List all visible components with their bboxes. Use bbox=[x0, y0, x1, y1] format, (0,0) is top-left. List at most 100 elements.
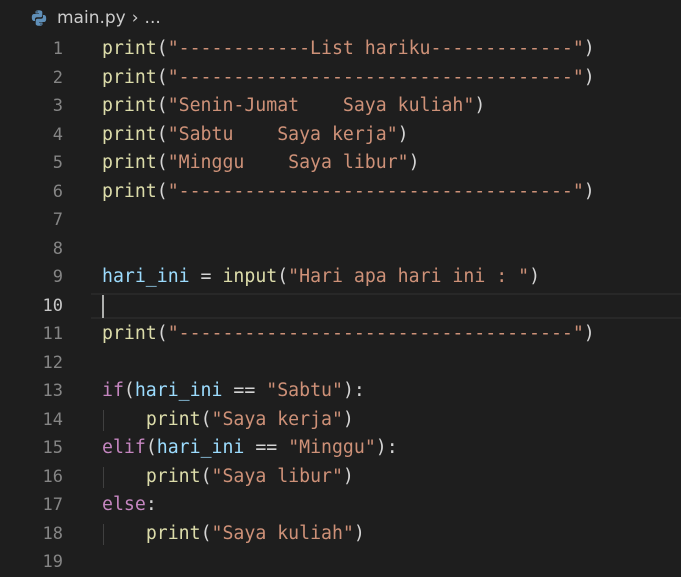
code-line[interactable]: 14 print("Saya kerja") bbox=[0, 406, 681, 435]
code-line[interactable]: 6 print("--------------------------------… bbox=[0, 178, 681, 207]
code-line[interactable]: 15 elif(hari_ini == "Minggu"): bbox=[0, 434, 681, 463]
code-token: print bbox=[145, 408, 201, 430]
code-token: == bbox=[222, 380, 267, 401]
code-token: "Minggu" bbox=[288, 437, 376, 458]
code-text: print("Sabtu Saya kerja") bbox=[102, 121, 409, 150]
code-token: elif bbox=[102, 437, 146, 458]
line-number: 12 bbox=[42, 352, 63, 373]
line-number: 11 bbox=[42, 324, 63, 344]
line-number: 8 bbox=[52, 238, 63, 259]
code-token: "Saya libur" bbox=[211, 465, 343, 487]
code-text: print("---------------------------------… bbox=[102, 320, 595, 349]
code-token: "------------------------------------" bbox=[167, 180, 584, 202]
code-line[interactable]: 2 print("--------------------------------… bbox=[0, 64, 681, 93]
line-number: 16 bbox=[42, 466, 63, 487]
line-number: 2 bbox=[52, 67, 63, 88]
code-token: print bbox=[102, 152, 157, 173]
code-token: ( bbox=[200, 465, 212, 487]
code-text: print("Saya libur") bbox=[102, 463, 354, 492]
breadcrumb-file-name[interactable]: main.py bbox=[57, 8, 126, 28]
code-line[interactable]: 7 bbox=[0, 206, 681, 235]
code-token: "Saya kerja" bbox=[211, 408, 343, 430]
code-token: "Senin-Jumat Saya kuliah" bbox=[167, 95, 475, 116]
code-line[interactable]: 18 print("Saya kuliah") bbox=[0, 520, 681, 549]
line-number: 5 bbox=[52, 153, 63, 173]
line-number: 14 bbox=[42, 409, 63, 430]
code-token: ( bbox=[145, 437, 157, 458]
code-token: ) bbox=[583, 323, 595, 344]
line-number: 17 bbox=[42, 495, 63, 515]
code-token: "------------------------------------" bbox=[167, 323, 584, 344]
code-token: ( bbox=[156, 66, 168, 88]
code-line[interactable]: 5 print("Minggu Saya libur") bbox=[0, 149, 681, 178]
code-text: print("Saya kuliah") bbox=[102, 520, 365, 549]
code-token: "Hari apa hari ini : " bbox=[288, 266, 530, 287]
code-token: ) bbox=[583, 66, 595, 88]
code-text: print("Senin-Jumat Saya kuliah") bbox=[102, 92, 485, 121]
line-number: 15 bbox=[42, 438, 63, 458]
code-line[interactable]: 11 print("-------------------------------… bbox=[0, 320, 681, 349]
code-line[interactable]: 17 else: bbox=[0, 491, 681, 520]
line-number: 13 bbox=[42, 381, 63, 401]
code-token: ): bbox=[342, 380, 365, 401]
code-line[interactable]: 16 print("Saya libur") bbox=[0, 463, 681, 492]
code-token: "Sabtu Saya kerja" bbox=[167, 123, 398, 145]
code-token: ) bbox=[342, 465, 354, 487]
code-token: "------------------------------------" bbox=[167, 66, 584, 88]
code-text: print("---------------------------------… bbox=[102, 64, 595, 93]
code-token: ) bbox=[353, 522, 365, 544]
code-token: print bbox=[102, 323, 157, 344]
code-token: ( bbox=[156, 152, 168, 173]
code-line[interactable]: 1 print("------------List hariku---------… bbox=[0, 35, 681, 64]
code-editor[interactable]: main.py › ... 1 print("------------List h… bbox=[0, 0, 681, 577]
code-token: print bbox=[102, 66, 157, 88]
code-token: ) bbox=[583, 180, 595, 202]
code-token: ) bbox=[397, 123, 409, 145]
code-line[interactable]: 19 bbox=[0, 548, 681, 577]
line-number: 6 bbox=[52, 181, 63, 202]
code-token: ( bbox=[156, 123, 168, 145]
code-text: if(hari_ini == "Sabtu"): bbox=[102, 377, 365, 406]
code-token: "Minggu Saya libur" bbox=[167, 152, 409, 173]
code-token: hari_ini bbox=[156, 437, 245, 458]
code-text: hari_ini = input("Hari apa hari ini : ") bbox=[102, 263, 540, 292]
code-token: ( bbox=[277, 266, 289, 287]
code-token: ) bbox=[529, 266, 541, 287]
code-text: else: bbox=[102, 491, 157, 520]
line-number: 9 bbox=[52, 267, 63, 287]
code-token: ( bbox=[200, 408, 212, 430]
code-token: == bbox=[244, 437, 289, 458]
text-cursor bbox=[102, 294, 104, 318]
code-token: else bbox=[102, 494, 146, 515]
code-token: hari_ini bbox=[102, 266, 190, 287]
line-number: 10 bbox=[42, 295, 63, 316]
line-number: 18 bbox=[42, 523, 63, 544]
code-line[interactable]: 12 bbox=[0, 349, 681, 378]
code-line[interactable]: 3 print("Senin-Jumat Saya kuliah") bbox=[0, 92, 681, 121]
line-number: 3 bbox=[52, 96, 63, 116]
code-token: ( bbox=[200, 522, 212, 544]
code-text: print("Saya kerja") bbox=[102, 406, 354, 435]
chevron-right-icon: › bbox=[131, 8, 139, 28]
code-token: hari_ini bbox=[134, 380, 223, 401]
code-token: ( bbox=[156, 180, 168, 202]
code-line[interactable]: 4 print("Sabtu Saya kerja") bbox=[0, 121, 681, 150]
code-token: print bbox=[102, 180, 157, 202]
code-token: ): bbox=[375, 437, 398, 458]
code-line[interactable]: 13 if(hari_ini == "Sabtu"): bbox=[0, 377, 681, 406]
code-line[interactable]: 8 bbox=[0, 235, 681, 264]
code-token: ( bbox=[156, 323, 168, 344]
code-token: print bbox=[145, 522, 201, 544]
code-token: print bbox=[102, 38, 157, 59]
code-token: ( bbox=[156, 38, 168, 59]
code-line[interactable]: 9 hari_ini = input("Hari apa hari ini : "… bbox=[0, 263, 681, 292]
line-number: 19 bbox=[42, 552, 63, 572]
line-number: 7 bbox=[52, 210, 63, 230]
code-token: "------------List hariku-------------" bbox=[167, 38, 584, 59]
code-token: "Sabtu" bbox=[266, 380, 343, 401]
code-token: ( bbox=[156, 95, 168, 116]
breadcrumb-ellipsis[interactable]: ... bbox=[145, 8, 161, 28]
line-number: 4 bbox=[52, 124, 63, 145]
